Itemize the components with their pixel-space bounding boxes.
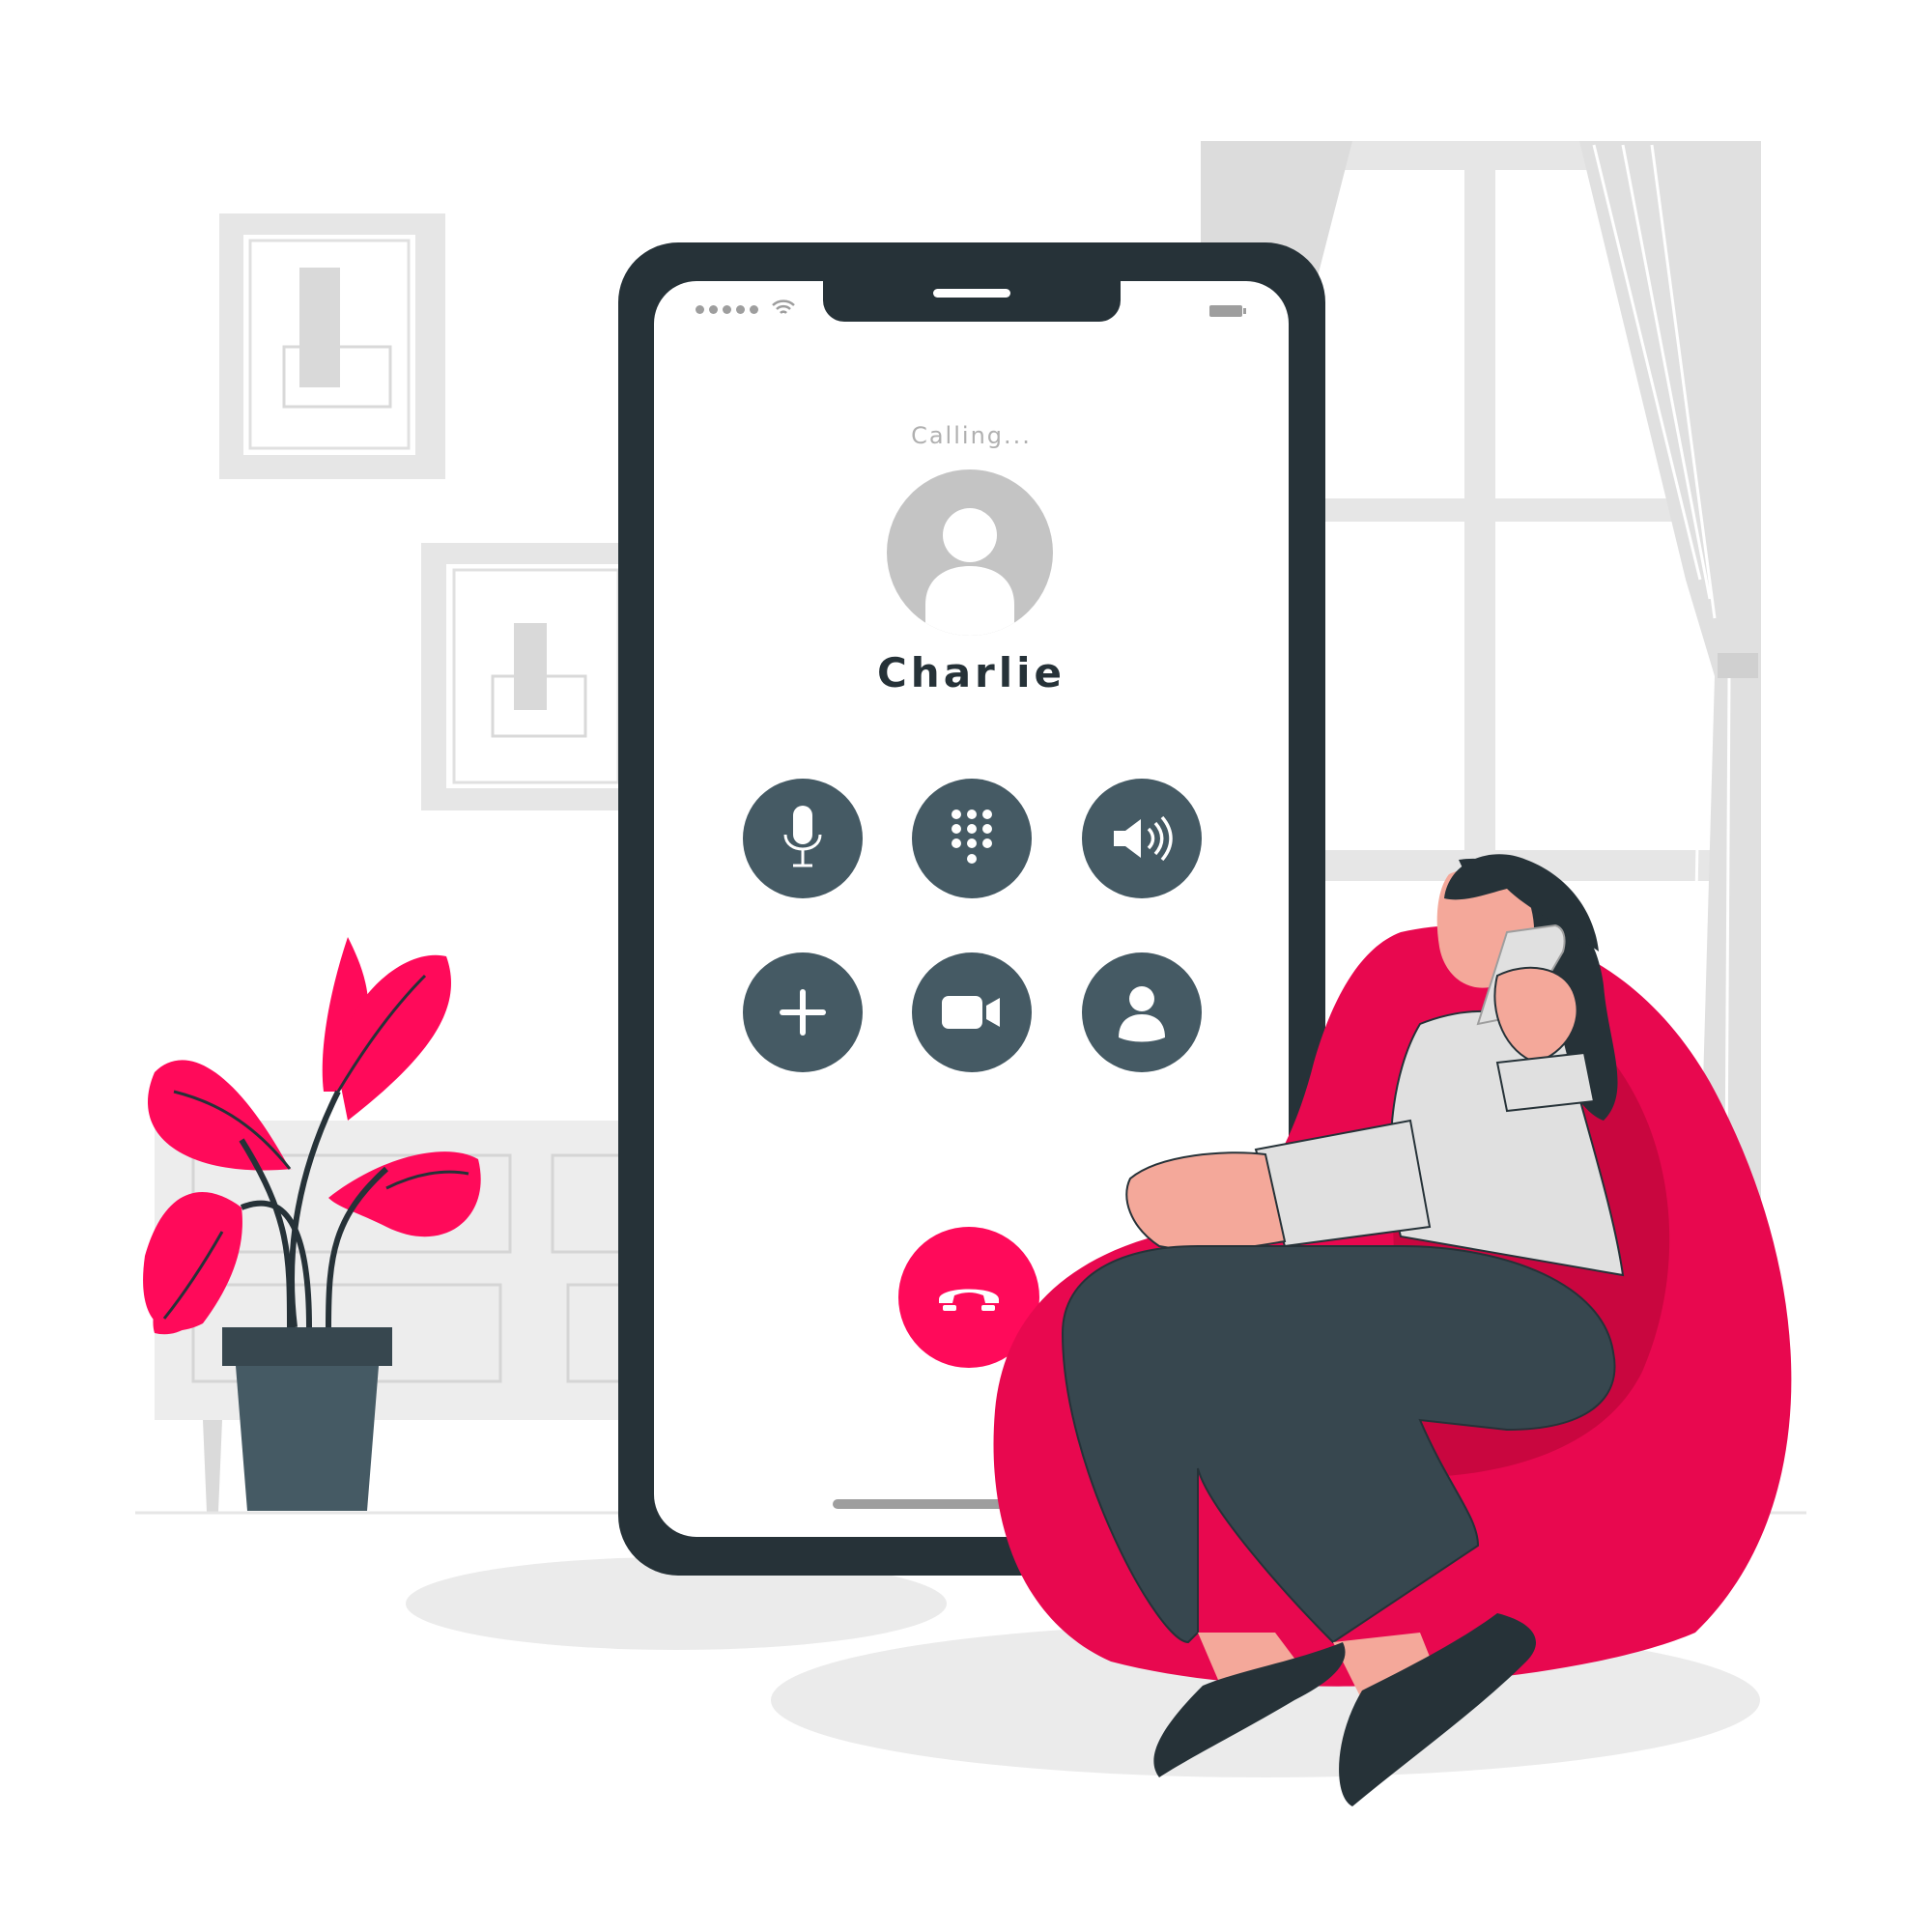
woman-on-beanbag-illustration xyxy=(993,854,1792,1806)
scene: Calling... Charlie xyxy=(0,0,1932,1932)
